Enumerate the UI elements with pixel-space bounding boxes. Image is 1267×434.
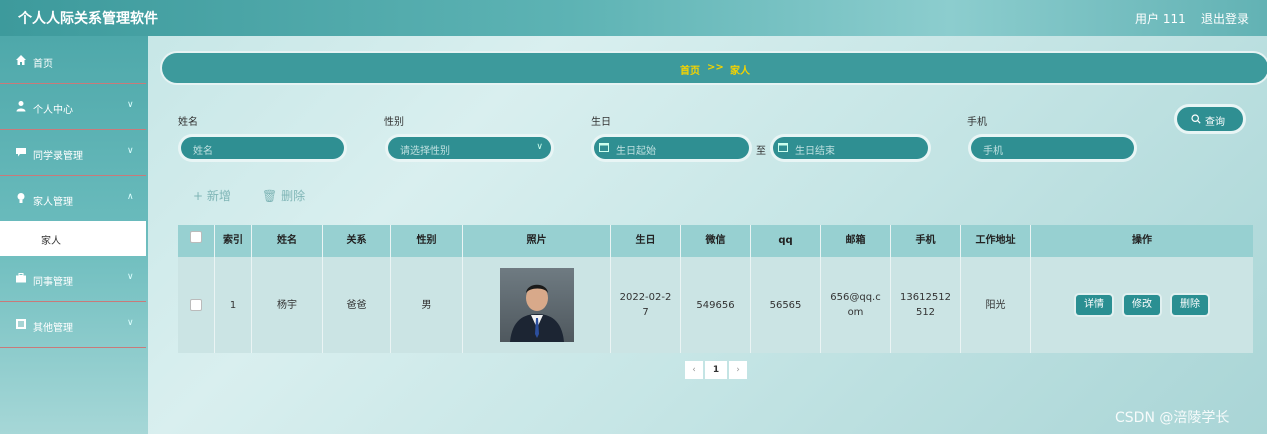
calendar-icon — [778, 143, 788, 152]
chevron-down-icon: ∨ — [127, 146, 134, 156]
prev-page-button[interactable]: ‹ — [685, 361, 703, 379]
bulb-icon — [17, 193, 25, 203]
gender-label: 性别 — [384, 117, 404, 128]
chevron-down-icon: ∨ — [127, 318, 134, 328]
chevron-down-icon: ∨ — [127, 272, 134, 282]
name-label: 姓名 — [178, 117, 198, 128]
sidebar-item-label: 家人管理 — [33, 197, 73, 208]
phone-label: 手机 — [967, 117, 987, 128]
calendar-icon — [599, 143, 609, 152]
sidebar-item-label: 同学录管理 — [33, 151, 83, 162]
next-page-button[interactable]: › — [729, 361, 747, 379]
search-button-label: 查询 — [1205, 117, 1225, 128]
user-label: 用户 111 — [1135, 12, 1186, 26]
sidebar-item-label: 个人中心 — [33, 105, 73, 116]
phone-placeholder: 手机 — [983, 146, 1003, 157]
sidebar-item-colleagues[interactable]: 同事管理 ∨ — [0, 256, 146, 302]
sidebar-subitem-family[interactable]: 家人 — [0, 221, 146, 256]
birthday-label: 生日 — [591, 117, 611, 128]
cell-gender: 男 — [391, 257, 463, 353]
chat-icon — [16, 148, 26, 157]
phone-input[interactable]: 手机 — [971, 137, 1134, 159]
sidebar-item-label: 首页 — [33, 59, 53, 70]
cell-phone: 13612512512 — [891, 257, 961, 353]
page-number[interactable]: 1 — [705, 361, 727, 379]
column-header: 微信 — [681, 225, 751, 257]
gender-placeholder: 请选择性别 — [400, 146, 450, 157]
app-title: 个人人际关系管理软件 — [18, 11, 158, 27]
column-header: qq — [751, 225, 821, 257]
column-header: 关系 — [323, 225, 391, 257]
gender-select[interactable]: 请选择性别 ∨ — [388, 137, 551, 159]
chevron-down-icon: ∨ — [127, 100, 134, 110]
cell-photo — [463, 257, 611, 353]
briefcase-icon — [16, 273, 26, 283]
sidebar-subitem-label: 家人 — [41, 236, 61, 247]
person-photo — [499, 268, 574, 342]
top-bar: 个人人际关系管理软件 用户 111 退出登录 — [0, 0, 1267, 36]
cell-qq: 56565 — [751, 257, 821, 353]
batch-delete-label: 删除 — [281, 189, 306, 203]
birth-start-input[interactable]: 生日起始 — [594, 137, 749, 159]
name-placeholder: 姓名 — [193, 146, 213, 157]
column-header: 性别 — [391, 225, 463, 257]
birth-end-placeholder: 生日结束 — [795, 146, 835, 157]
name-input[interactable]: 姓名 — [181, 137, 344, 159]
edit-button[interactable]: 修改 — [1124, 295, 1160, 315]
column-header: 工作地址 — [961, 225, 1031, 257]
birth-start-placeholder: 生日起始 — [616, 146, 656, 157]
cell-relation: 爸爸 — [323, 257, 391, 353]
breadcrumb-separator: >> — [707, 62, 724, 73]
sidebar-item-label: 同事管理 — [33, 277, 73, 288]
row-checkbox[interactable] — [178, 257, 215, 353]
sidebar-item-personal[interactable]: 个人中心 ∨ — [0, 84, 146, 130]
sidebar: 首页 个人中心 ∨ 同学录管理 ∨ 家人管理 ∧ 家人 同事管理 ∨ 其他管理 … — [0, 36, 148, 434]
column-header: 生日 — [611, 225, 681, 257]
home-icon — [16, 55, 26, 65]
sidebar-item-family[interactable]: 家人管理 ∧ — [0, 176, 146, 222]
sidebar-item-label: 其他管理 — [33, 323, 73, 334]
column-header: 索引 — [215, 225, 252, 257]
column-header: 邮箱 — [821, 225, 891, 257]
breadcrumb-home[interactable]: 首页 — [680, 62, 700, 77]
pagination: ‹ 1 › — [685, 361, 747, 379]
search-icon — [1191, 114, 1201, 124]
select-all-checkbox[interactable] — [178, 225, 215, 257]
watermark: CSDN @涪陵学长 — [1115, 410, 1230, 426]
delete-button[interactable]: 删除 — [1172, 295, 1208, 315]
sidebar-item-home[interactable]: 首页 — [0, 38, 146, 84]
chevron-up-icon: ∧ — [127, 192, 134, 202]
cell-address: 阳光 — [961, 257, 1031, 353]
family-table: 索引 姓名 关系 性别 照片 生日 微信 qq 邮箱 手机 工作地址 操作 1 … — [178, 225, 1253, 353]
chevron-down-icon: ∨ — [536, 142, 543, 152]
cell-index: 1 — [215, 257, 252, 353]
column-header: 操作 — [1031, 225, 1253, 257]
batch-delete-button[interactable]: 🗑 删除 — [262, 187, 305, 204]
cell-actions: 详情 修改 删除 — [1031, 257, 1253, 353]
cell-wechat: 549656 — [681, 257, 751, 353]
column-header: 照片 — [463, 225, 611, 257]
range-to-label: 至 — [756, 146, 766, 157]
cell-birthday: 2022-02-27 — [611, 257, 681, 353]
sidebar-item-others[interactable]: 其他管理 ∨ — [0, 302, 146, 348]
search-button[interactable]: 查询 — [1177, 107, 1243, 131]
breadcrumb-current: 家人 — [730, 66, 750, 77]
user-icon — [16, 101, 26, 112]
breadcrumb: 首页 >> 家人 — [162, 53, 1267, 83]
trash-icon: 🗑 — [262, 189, 278, 203]
column-header: 姓名 — [252, 225, 323, 257]
cell-email: 656@qq.com — [821, 257, 891, 353]
sidebar-item-classmates[interactable]: 同学录管理 ∨ — [0, 130, 146, 176]
column-header: 手机 — [891, 225, 961, 257]
add-button[interactable]: + 新增 — [193, 187, 231, 204]
logout-link[interactable]: 退出登录 — [1201, 10, 1249, 27]
list-icon — [16, 319, 26, 329]
birth-end-input[interactable]: 生日结束 — [773, 137, 928, 159]
detail-button[interactable]: 详情 — [1076, 295, 1112, 315]
cell-name: 杨宇 — [252, 257, 323, 353]
